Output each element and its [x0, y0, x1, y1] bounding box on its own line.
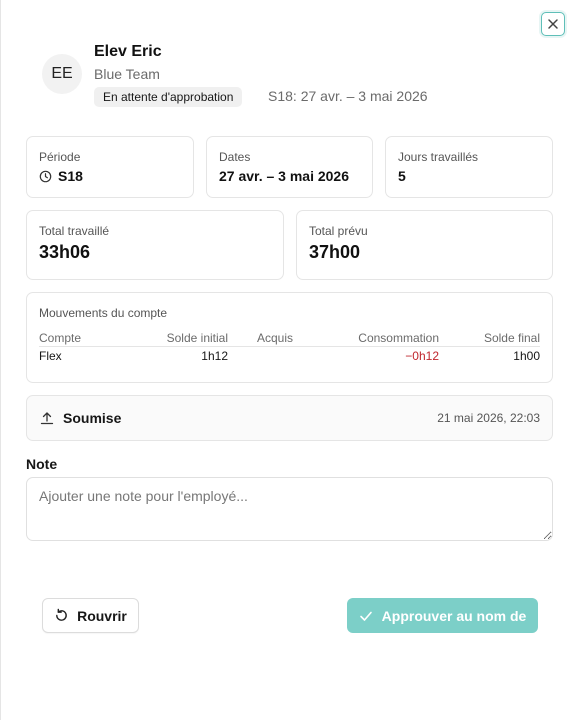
approve-label: Approuver au nom de	[381, 607, 527, 624]
approve-on-behalf-button[interactable]: Approuver au nom de	[347, 598, 538, 633]
avatar: EE	[42, 54, 82, 94]
cell-solde-initial: 1h12	[201, 349, 228, 364]
periode-label: Période	[39, 150, 81, 164]
clock-icon	[39, 170, 52, 182]
submission-date: 21 mai 2026, 22:03	[437, 411, 540, 425]
total-prevu-label: Total prévu	[309, 224, 368, 238]
col-consommation: Consommation	[293, 330, 439, 347]
cell-acquis	[228, 346, 293, 366]
close-icon	[548, 19, 558, 29]
total-prevu-card: Total prévu 37h00	[296, 210, 553, 280]
total-prevu-value: 37h00	[309, 242, 361, 262]
rotate-ccw-icon	[56, 608, 67, 621]
movements-table: Compte Solde initial Acquis Consommation…	[39, 330, 540, 366]
jours-card: Jours travaillés 5	[385, 136, 553, 198]
review-panel: EE Elev Eric Blue Team En attente d'appr…	[0, 0, 576, 720]
submission-label: Soumise	[63, 410, 122, 426]
jours-value: 5	[398, 168, 406, 184]
periode-value-row: S18	[39, 168, 83, 184]
employee-name: Elev Eric	[94, 43, 162, 60]
periode-card: Période S18	[26, 136, 194, 198]
total-travaille-label: Total travaillé	[39, 224, 110, 238]
close-button[interactable]	[541, 12, 565, 36]
reopen-label: Rouvrir	[77, 607, 127, 624]
status-badge: En attente d'approbation	[94, 87, 243, 107]
total-travaille-card: Total travaillé 33h06	[26, 210, 284, 280]
table-row: Flex 1h12 −0h12 1h00	[39, 346, 540, 366]
note-input[interactable]	[26, 477, 553, 541]
upload-icon	[40, 412, 54, 425]
col-compte: Compte	[39, 330, 101, 347]
cell-consommation: −0h12	[405, 349, 439, 364]
employee-team: Blue Team	[94, 66, 160, 82]
total-travaille-value: 33h06	[39, 242, 91, 262]
dates-label: Dates	[219, 150, 251, 164]
periode-value: S18	[58, 168, 83, 184]
check-icon	[359, 611, 372, 621]
cell-compte: Flex	[39, 349, 62, 364]
week-label: S18: 27 avr. – 3 mai 2026	[268, 88, 428, 104]
note-label: Note	[26, 456, 58, 472]
submission-card: Soumise 21 mai 2026, 22:03	[26, 395, 553, 441]
movements-title: Mouvements du compte	[39, 306, 168, 320]
reopen-button[interactable]: Rouvrir	[42, 598, 139, 633]
col-solde-final: Solde final	[439, 330, 540, 347]
cell-solde-final: 1h00	[513, 349, 540, 364]
dates-value: 27 avr. – 3 mai 2026	[219, 168, 349, 184]
col-solde-initial: Solde initial	[101, 330, 228, 347]
movements-card: Mouvements du compte Compte Solde initia…	[26, 292, 553, 383]
dates-card: Dates 27 avr. – 3 mai 2026	[206, 136, 373, 198]
col-acquis: Acquis	[228, 330, 293, 347]
movements-header-row: Compte Solde initial Acquis Consommation…	[39, 330, 540, 347]
jours-label: Jours travaillés	[398, 150, 479, 164]
